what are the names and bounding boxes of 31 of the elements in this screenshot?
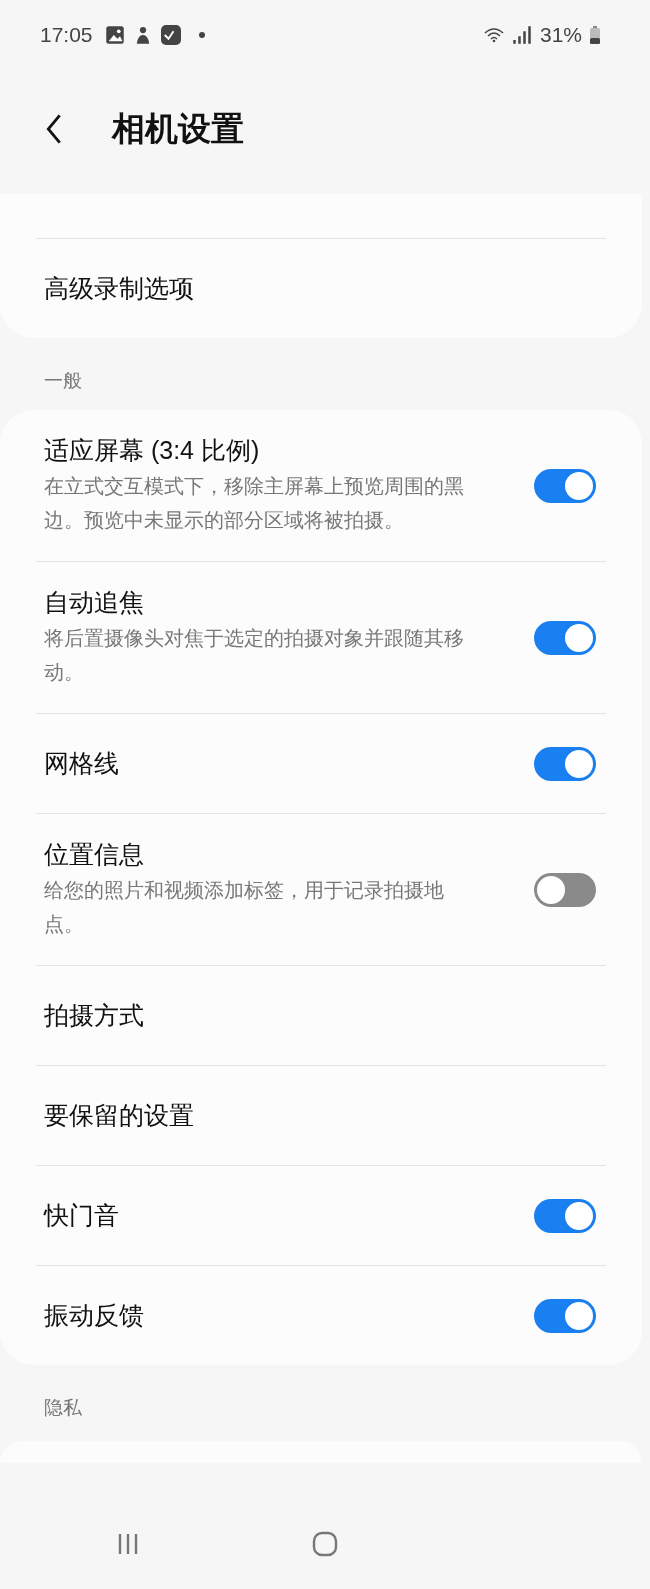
toggle-switch[interactable] bbox=[534, 1298, 596, 1333]
setting-description: 将后置摄像头对焦于选定的拍摄对象并跟随其移动。 bbox=[44, 626, 465, 685]
setting-title[interactable]: 振动反馈 bbox=[44, 1299, 474, 1332]
page-title: 相机设置 bbox=[112, 108, 244, 149]
setting-title[interactable]: 自动追焦 bbox=[44, 586, 474, 619]
signal-icon bbox=[511, 25, 532, 45]
setting-title[interactable]: 网格线 bbox=[44, 747, 474, 780]
setting-description: 在立式交互模式下，移除主屏幕上预览周围的黑边。预览中未显示的部分区域将被拍摄。 bbox=[44, 474, 465, 533]
setting-title[interactable]: 要保留的设置 bbox=[44, 1099, 474, 1132]
setting-title[interactable]: 位置信息 bbox=[44, 838, 474, 871]
toggle-switch[interactable] bbox=[534, 872, 596, 907]
toggle-switch[interactable] bbox=[534, 620, 596, 655]
dot-icon bbox=[198, 32, 205, 38]
section-label: 一般 bbox=[43, 369, 83, 393]
clock: 17:05 bbox=[40, 23, 93, 47]
image-icon bbox=[104, 25, 125, 45]
wifi-icon bbox=[483, 25, 504, 45]
back-icon[interactable] bbox=[46, 113, 62, 145]
toggle-switch[interactable] bbox=[534, 1198, 596, 1233]
setting-title[interactable]: 快门音 bbox=[44, 1199, 474, 1232]
home-icon[interactable] bbox=[311, 1530, 339, 1558]
setting-title[interactable]: 拍摄方式 bbox=[44, 999, 474, 1032]
section-label: 隐私 bbox=[43, 1396, 83, 1420]
toggle-switch[interactable] bbox=[534, 468, 596, 503]
setting-description: 给您的照片和视频添加标签，用于记录拍摄地点。 bbox=[44, 878, 445, 937]
setting-title[interactable]: 适应屏幕 (3:4 比例) bbox=[44, 434, 474, 467]
battery-icon bbox=[590, 26, 600, 44]
battery-level: 31% bbox=[539, 23, 582, 47]
check-icon bbox=[160, 25, 181, 45]
setting-title[interactable]: 高级录制选项 bbox=[44, 272, 474, 305]
toggle-switch[interactable] bbox=[534, 746, 596, 781]
